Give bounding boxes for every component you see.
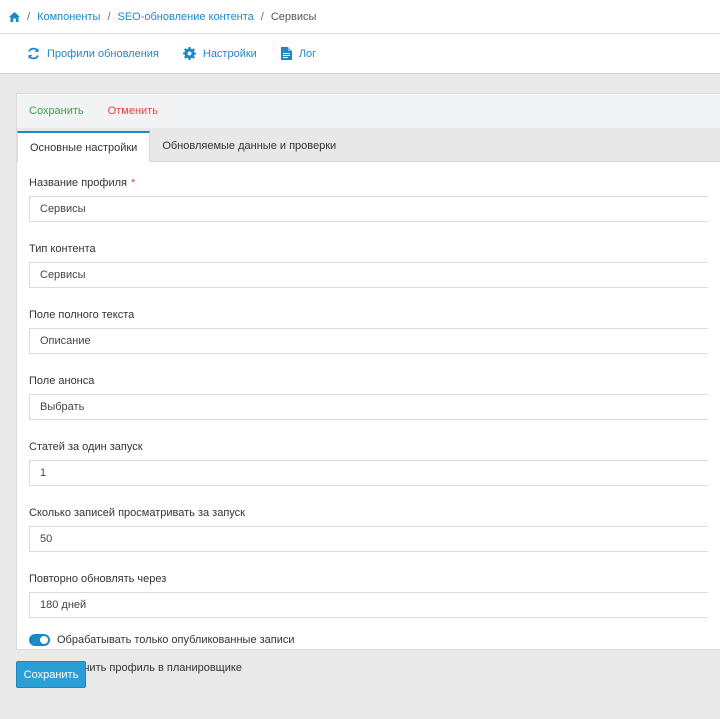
tab-main-settings[interactable]: Основные настройки bbox=[17, 131, 151, 162]
breadcrumb-separator: / bbox=[27, 10, 31, 23]
records-per-run-label: Сколько записей просматривать за запуск bbox=[29, 507, 245, 519]
intro-field: Поле анонса Выбрать bbox=[29, 374, 708, 420]
articles-per-run-field: Статей за один запуск 1 bbox=[29, 440, 708, 486]
articles-per-run-input[interactable]: 1 bbox=[29, 460, 708, 486]
edit-panel: Сохранить Отменить Основные настройки Об… bbox=[16, 93, 720, 674]
required-mark: * bbox=[130, 177, 136, 189]
profiles-label: Профили обновления bbox=[47, 47, 159, 60]
records-per-run-input[interactable]: 50 bbox=[29, 526, 708, 552]
save-link[interactable]: Сохранить bbox=[29, 105, 84, 117]
profile-name-label: Название профиля * bbox=[29, 177, 136, 189]
profile-name-input[interactable]: Сервисы bbox=[29, 196, 708, 222]
breadcrumb-separator: / bbox=[107, 10, 111, 23]
published-only-label: Обрабатывать только опубликованные запис… bbox=[57, 634, 295, 646]
content-type-label: Тип контента bbox=[29, 243, 96, 255]
content-type-field: Тип контента Сервисы bbox=[29, 242, 708, 288]
fulltext-label: Поле полного текста bbox=[29, 309, 135, 321]
reupdate-select[interactable]: 180 дней bbox=[29, 592, 708, 618]
fulltext-select[interactable]: Описание bbox=[29, 328, 708, 354]
action-bar: Сохранить Отменить bbox=[17, 94, 720, 128]
records-per-run-field: Сколько записей просматривать за запуск … bbox=[29, 506, 708, 552]
breadcrumb-seo-update[interactable]: SEO-обновление контента bbox=[118, 11, 254, 23]
breadcrumb-components[interactable]: Компоненты bbox=[37, 11, 100, 23]
articles-per-run-label: Статей за один запуск bbox=[29, 441, 143, 453]
document-icon bbox=[280, 47, 292, 60]
log-label: Лог bbox=[298, 47, 317, 60]
save-button[interactable]: Сохранить bbox=[16, 661, 86, 688]
content-type-select[interactable]: Сервисы bbox=[29, 262, 708, 288]
settings-link[interactable]: Настройки bbox=[182, 47, 257, 60]
tab-updated-data[interactable]: Обновляемые данные и проверки bbox=[150, 131, 348, 161]
refresh-icon bbox=[28, 47, 39, 60]
breadcrumb: / Компоненты / SEO-обновление контента /… bbox=[0, 0, 720, 34]
profiles-link[interactable]: Профили обновления bbox=[27, 47, 159, 60]
breadcrumb-current: Сервисы bbox=[270, 10, 317, 23]
toolbar: Профили обновления Настройки Лог bbox=[0, 34, 720, 74]
scheduler-row: Включить профиль в планировщике bbox=[29, 661, 708, 675]
gear-icon bbox=[182, 47, 196, 60]
intro-select[interactable]: Выбрать bbox=[29, 394, 708, 420]
settings-form: Название профиля * Сервисы Тип контента С… bbox=[17, 162, 720, 675]
tab-bar: Основные настройки Обновляемые данные и … bbox=[17, 128, 720, 162]
log-link[interactable]: Лог bbox=[280, 47, 317, 60]
intro-label: Поле анонса bbox=[29, 375, 95, 387]
home-icon[interactable] bbox=[9, 11, 20, 22]
breadcrumb-separator: / bbox=[260, 10, 264, 23]
settings-label: Настройки bbox=[202, 47, 257, 60]
cancel-link[interactable]: Отменить bbox=[108, 105, 158, 117]
fulltext-field: Поле полного текста Описание bbox=[29, 308, 708, 354]
reupdate-field: Повторно обновлять через 180 дней bbox=[29, 572, 708, 618]
published-only-row: Обрабатывать только опубликованные запис… bbox=[29, 633, 708, 647]
published-only-toggle[interactable] bbox=[29, 634, 50, 646]
profile-name-field: Название профиля * Сервисы bbox=[29, 176, 708, 222]
reupdate-label: Повторно обновлять через bbox=[29, 573, 167, 585]
